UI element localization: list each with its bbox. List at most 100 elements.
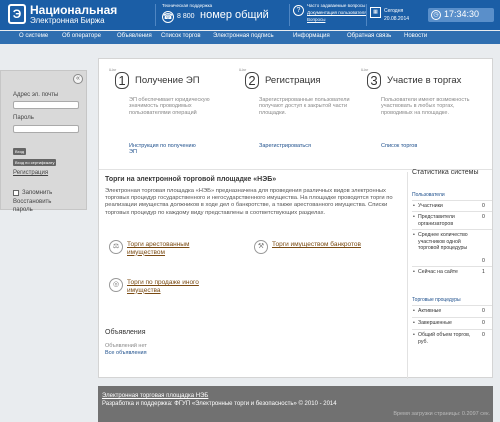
header-divider xyxy=(366,4,367,26)
phone-prefix: 8 800 xyxy=(177,13,195,20)
time-value: 17:34:30 xyxy=(444,9,480,19)
step-corner: Шаг xyxy=(109,67,117,72)
footer-copyright: Разработка и поддержка: ФГУП «Электронны… xyxy=(102,401,337,407)
step-card-1: Шаг 1 Получение ЭП ЭП обеспечивает юриди… xyxy=(109,67,234,167)
cert-login-button[interactable]: Вход по сертификату xyxy=(13,159,57,166)
stat-volume-label: Общий объем торгов, руб. xyxy=(413,332,474,345)
step-title: Регистрация xyxy=(265,75,321,86)
stat-avg-participants-label: Среднее количество участников одной торг… xyxy=(413,232,474,252)
step-link[interactable]: Зарегистрироваться xyxy=(259,143,311,149)
login-button[interactable]: Вход xyxy=(13,148,27,155)
step-corner: Шаг xyxy=(239,67,247,72)
footer-load-time: Время загрузки страницы: 0.2097 сек. xyxy=(393,411,490,417)
main-nav: О системе Об операторе Объявления Список… xyxy=(0,31,500,44)
nav-item-information[interactable]: Информация xyxy=(293,33,330,39)
date-label: Сегодня xyxy=(384,8,404,14)
stat-avg-participants-value: 0 xyxy=(482,258,485,264)
restore-password-link[interactable]: Восстановить xyxy=(13,199,51,205)
step-corner: Шаг xyxy=(361,67,369,72)
clock-icon: ◷ xyxy=(431,10,441,20)
footer-site-link[interactable]: Электронная торговая площадка НЭБ xyxy=(102,393,208,399)
stat-online-label: Сейчас на сайте xyxy=(413,269,474,276)
logo[interactable]: Э Национальная Электронная Биржа xyxy=(8,3,117,26)
nav-item-about[interactable]: О системе xyxy=(19,33,48,39)
announcements-title: Объявления xyxy=(105,329,146,336)
main-content: Шаг 1 Получение ЭП ЭП обеспечивает юриди… xyxy=(98,58,493,379)
step-description: Пользователи имеют возможность участвова… xyxy=(381,97,470,116)
step-number: 1 xyxy=(115,72,129,89)
gavel-icon: ⚖ xyxy=(109,240,123,254)
logo-title: Национальная xyxy=(30,3,118,17)
step-number: 2 xyxy=(245,72,259,89)
stat-volume-value: 0 xyxy=(482,332,485,338)
arrested-property-trades-link[interactable]: Торги арестованным имуществом xyxy=(127,241,217,256)
stat-finished-label: Завершенные xyxy=(413,320,474,327)
stat-participants-value: 0 xyxy=(482,203,485,209)
nav-item-announcements[interactable]: Объявления xyxy=(117,33,152,39)
remember-checkbox[interactable] xyxy=(13,190,19,196)
faq-block: ? Часто задаваемые вопросы Документация … xyxy=(293,3,367,27)
email-input[interactable] xyxy=(13,101,79,109)
all-announcements-link[interactable]: Все объявления xyxy=(105,350,147,356)
stat-online-value: 1 xyxy=(482,269,485,275)
other-property-trades-link[interactable]: Торги по продаже иного имущества xyxy=(127,279,222,294)
email-label: Адрес эл. почты xyxy=(13,92,59,98)
stat-finished-value: 0 xyxy=(482,320,485,326)
password-input[interactable] xyxy=(13,125,79,133)
step-card-2: Шаг 2 Регистрация Зарегистрированные пол… xyxy=(239,67,364,167)
nav-item-feedback[interactable]: Обратная связь xyxy=(347,33,391,39)
stat-active-value: 0 xyxy=(482,308,485,314)
trading-section: Торги на электронной торговой площадке «… xyxy=(105,176,405,216)
step-description: Зарегистрированные пользователи получают… xyxy=(259,97,350,116)
section-text: Электронная торговая площадка «НЭБ» пред… xyxy=(105,188,393,216)
stats-divider xyxy=(412,266,492,267)
stat-organizers-value: 0 xyxy=(482,214,485,220)
stats-divider xyxy=(412,305,492,306)
stats-divider xyxy=(412,200,492,201)
stats-users-heading: Пользователи xyxy=(412,192,445,198)
header-divider xyxy=(289,4,290,26)
bankrupt-property-trades-link[interactable]: Торги имуществом банкротов xyxy=(272,241,392,249)
nav-item-trades-list[interactable]: Список торгов xyxy=(161,33,201,39)
vertical-divider xyxy=(407,172,408,379)
header-divider xyxy=(155,4,156,26)
step-title: Участие в торгах xyxy=(387,75,462,86)
stats-divider xyxy=(412,317,492,318)
nav-item-news[interactable]: Новости xyxy=(404,33,427,39)
date-block: ▦ Сегодня 20.08.2014 xyxy=(370,3,425,27)
stats-panel: Статистика системы Пользователи Участник… xyxy=(412,169,492,345)
support-label: Техническая поддержка xyxy=(162,3,213,8)
stats-divider xyxy=(412,211,492,212)
password-label: Пароль xyxy=(13,115,34,121)
announcements-section: Объявления Объявлений нет Все объявления xyxy=(105,329,147,356)
step-number: 3 xyxy=(367,72,381,89)
section-title: Торги на электронной торговой площадке «… xyxy=(105,176,277,183)
hammer-icon: ⚒ xyxy=(254,240,268,254)
faq-docs-link[interactable]: Документация пользователя xyxy=(307,10,367,15)
stats-trades-heading: Торговые процедуры xyxy=(412,297,461,303)
remember-label: Запомнить xyxy=(22,190,53,196)
step-link[interactable]: Инструкция по получению ЭП xyxy=(129,143,199,156)
login-panel: « Адрес эл. почты Пароль Вход Вход по се… xyxy=(0,70,87,213)
nav-item-operator[interactable]: Об операторе xyxy=(62,33,101,39)
step-link[interactable]: Список торгов xyxy=(381,143,417,149)
footer: Электронная торговая площадка НЭБ Разраб… xyxy=(98,386,493,422)
time-badge: ◷ 17:34:30 xyxy=(428,8,494,22)
stats-divider xyxy=(412,329,492,330)
register-link[interactable]: Регистрация xyxy=(13,170,48,176)
date-value: 20.08.2014 xyxy=(384,16,410,22)
calendar-icon: ▦ xyxy=(370,7,381,18)
collapse-icon[interactable]: « xyxy=(73,74,83,84)
step-description: ЭП обеспечивает юридическую значимость п… xyxy=(129,97,210,116)
header-bar: Э Национальная Электронная Биржа Техниче… xyxy=(0,0,500,30)
stat-active-label: Активные xyxy=(413,308,474,315)
logo-mark-icon: Э xyxy=(8,4,26,24)
announcements-empty: Объявлений нет xyxy=(105,343,147,349)
nav-item-e-signature[interactable]: Электронная подпись xyxy=(213,33,274,39)
question-icon: ? xyxy=(293,5,304,16)
faq-questions-link[interactable]: Вопросы xyxy=(307,17,325,22)
faq-label: Часто задаваемые вопросы xyxy=(307,3,366,8)
phone-number: номер общий xyxy=(200,9,269,21)
restore-password-link-2[interactable]: пароль xyxy=(13,207,33,213)
step-card-3: Шаг 3 Участие в торгах Пользователи имею… xyxy=(361,67,486,167)
